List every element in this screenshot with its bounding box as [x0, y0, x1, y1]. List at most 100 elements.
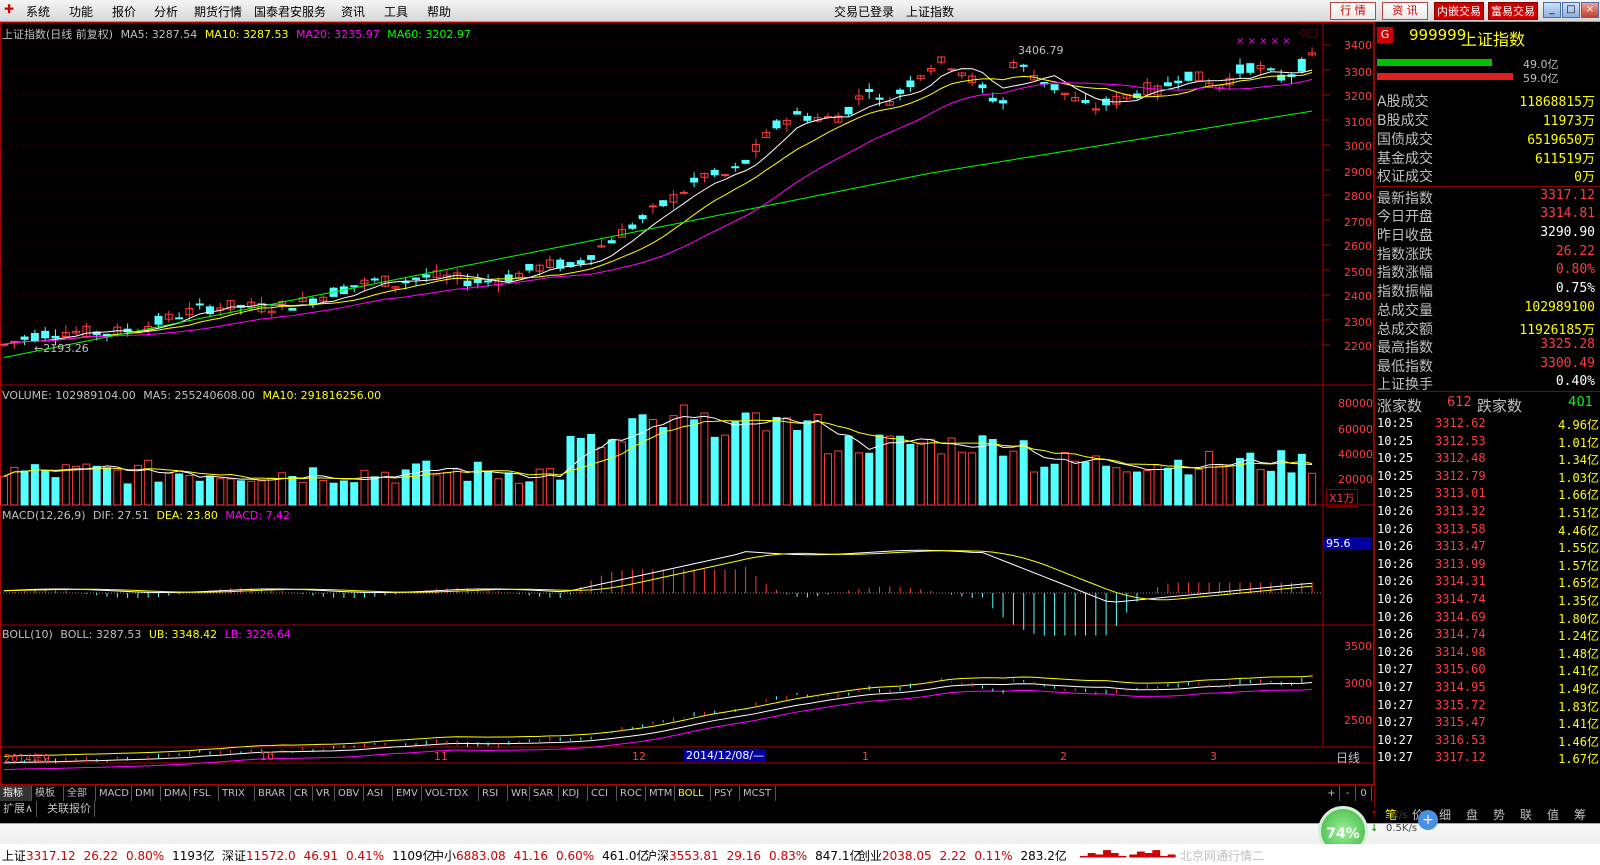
stat-label: 指数涨幅: [1377, 265, 1433, 281]
indicator-tab-指标[interactable]: 指标: [0, 786, 32, 802]
close-icon[interactable]: ×: [1581, 2, 1599, 18]
candle-body: [504, 274, 513, 282]
indicator-tab-emv[interactable]: EMV: [393, 786, 422, 802]
news-button[interactable]: 资 讯: [1382, 2, 1428, 20]
side-tab[interactable]: 联: [1517, 807, 1535, 823]
indicator-tab-cci[interactable]: CCI: [588, 786, 617, 802]
tick-price: 3313.58: [1435, 521, 1486, 536]
volume-ma5-label: MA5: 255240608.00: [143, 389, 255, 402]
ticker-name: 上证: [2, 849, 27, 863]
volume-bar: [133, 464, 142, 506]
tick-price: 3314.98: [1435, 644, 1486, 659]
indicator-tab-psy[interactable]: PSY: [711, 786, 740, 802]
ticker-item[interactable]: 中小6883.08 41.16 0.60% 461.0亿: [432, 847, 656, 864]
add-icon[interactable]: +: [1418, 810, 1438, 830]
fuyi-trade-button[interactable]: 富易交易: [1488, 2, 1538, 20]
candle-body: [947, 68, 956, 71]
zoom-out-button[interactable]: -: [1340, 786, 1356, 802]
ticker-item[interactable]: 沪深3553.81 29.16 0.83% 847.1亿: [645, 847, 869, 864]
tick-row: 10:27 3315.72 1.83亿: [1377, 698, 1599, 716]
volume-ma10-line: [3, 419, 1313, 480]
side-tab[interactable]: 值: [1544, 807, 1562, 823]
indicator-tab-rsi[interactable]: RSI: [479, 786, 508, 802]
tick-amount: 1.55亿: [1558, 541, 1599, 556]
stat-label: 今日开盘: [1377, 209, 1433, 225]
indicator-tab-obv[interactable]: OBV: [335, 786, 364, 802]
ticker-val: 11572.0: [246, 849, 296, 863]
stat-value: 26.22: [1555, 244, 1595, 259]
ticker-item[interactable]: 深证11572.0 46.91 0.41% 1109亿: [222, 847, 443, 864]
ticker-val: 6883.08: [456, 849, 506, 863]
boll-tick-3500: 3500: [1344, 640, 1372, 653]
app-logo-icon[interactable]: ✚: [4, 2, 14, 16]
menu-quote[interactable]: 报价: [112, 3, 136, 20]
ticker-item[interactable]: 创业2038.05 2.22 0.11% 283.2亿: [858, 847, 1075, 864]
tick-amount: 1.57亿: [1558, 558, 1599, 573]
indicator-tab-wr[interactable]: WR: [508, 786, 530, 802]
time-label-jan: 1: [862, 750, 869, 763]
menu-news[interactable]: 资讯: [341, 3, 365, 20]
volume-unit: X1万: [1326, 489, 1358, 507]
zoom-in-button[interactable]: +: [1324, 786, 1340, 802]
volume-bar: [51, 477, 60, 506]
side-tab[interactable]: 势: [1490, 807, 1508, 823]
panel-corner-icon[interactable]: ◇□: [1299, 26, 1318, 39]
period-label[interactable]: 日线: [1336, 749, 1360, 766]
volume-bar: [175, 473, 184, 506]
volume-bar: [515, 482, 523, 506]
tick-time: 10:26: [1377, 574, 1414, 589]
maximize-icon[interactable]: □: [1562, 2, 1580, 18]
breadth-row: 涨家数 612 跌家数 401: [1377, 395, 1597, 415]
macd-dif-line: [3, 549, 1313, 603]
volume-bar: [319, 480, 328, 506]
indicator-tab-全部[interactable]: 全部: [64, 786, 96, 802]
tick-time: 10:25: [1377, 416, 1414, 430]
indicator-tab-brar[interactable]: BRAR: [255, 786, 291, 802]
tick-row: 10:27 3314.95 1.49亿: [1377, 680, 1599, 698]
menu-system[interactable]: 系统: [26, 3, 50, 20]
volume-bar: [576, 437, 585, 506]
tick-amount: 4.96亿: [1558, 418, 1599, 432]
indicator-tab-fsl[interactable]: FSL: [190, 786, 219, 802]
side-tab[interactable]: 筹: [1571, 807, 1589, 823]
index-ticker-bar: 上证3317.12 26.22 0.80% 1193亿 深证11572.0 46.91 0.…: [0, 844, 1600, 865]
menu-futures[interactable]: 期货行情: [194, 3, 242, 20]
related-quotes-tab[interactable]: 关联报价: [44, 801, 95, 817]
indicator-tab-模板[interactable]: 模板: [32, 786, 64, 802]
menu-broker-service[interactable]: 国泰君安服务: [254, 3, 326, 20]
indicator-tab-sar[interactable]: SAR: [530, 786, 559, 802]
indicator-tab-vr[interactable]: VR: [313, 786, 335, 802]
side-tab[interactable]: 盘: [1463, 807, 1481, 823]
minimize-icon[interactable]: _: [1543, 2, 1561, 18]
indicator-tab-kdj[interactable]: KDJ: [559, 786, 588, 802]
menu-analysis[interactable]: 分析: [154, 3, 178, 20]
indicator-tab-macd[interactable]: MACD: [96, 786, 132, 802]
indicator-tab-asi[interactable]: ASI: [364, 786, 393, 802]
indicator-tab-roc[interactable]: ROC: [617, 786, 646, 802]
indicator-tab-mcst[interactable]: MCST: [740, 786, 776, 802]
quote-button[interactable]: 行 情: [1330, 2, 1376, 20]
indicator-tab-vol-tdx[interactable]: VOL-TDX: [422, 786, 479, 802]
expand-tab[interactable]: 扩展∧: [0, 801, 38, 817]
stat-row: 上证换手 0.40%: [1377, 374, 1597, 393]
stat-row: 昨日收盘 3290.90: [1377, 225, 1597, 244]
indicator-tab-dma[interactable]: DMA: [161, 786, 190, 802]
candle-body: [288, 308, 297, 311]
volume-bar: [834, 450, 843, 506]
candle-body: [803, 115, 812, 121]
menu-help[interactable]: 帮助: [427, 3, 451, 20]
tick-price: 3314.95: [1435, 680, 1486, 694]
menu-tools[interactable]: 工具: [384, 3, 408, 20]
indicator-tab-dmi[interactable]: DMI: [132, 786, 161, 802]
tick-amount: 1.65亿: [1558, 576, 1599, 591]
kline-chart-area[interactable]: 上证指数(日线 前复权) MA5: 3287.54 MA10: 3287.53 …: [0, 22, 1374, 785]
indicator-tab-mtm[interactable]: MTM: [646, 786, 675, 802]
indicator-tab-trix[interactable]: TRIX: [219, 786, 255, 802]
indicator-tab-cr[interactable]: CR: [291, 786, 313, 802]
side-tab[interactable]: 细: [1436, 807, 1454, 823]
menu-function[interactable]: 功能: [69, 3, 93, 20]
zoom-reset-button[interactable]: 0: [1356, 786, 1372, 802]
embedded-trade-button[interactable]: 内嵌交易: [1434, 2, 1484, 20]
ticker-item[interactable]: 上证3317.12 26.22 0.80% 1193亿: [2, 847, 223, 864]
indicator-tab-boll[interactable]: BOLL: [675, 786, 711, 802]
